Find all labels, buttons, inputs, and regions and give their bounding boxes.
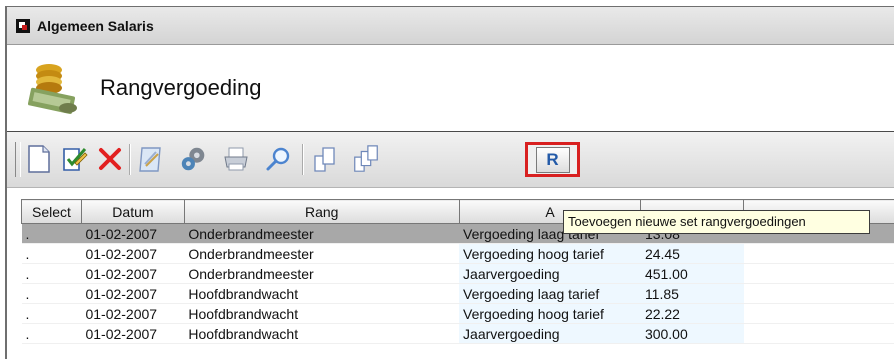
- type-cell: Vergoeding hoog tarief: [459, 304, 641, 324]
- add-rank-allowance-button[interactable]: R: [525, 142, 580, 177]
- select-cell[interactable]: .: [22, 264, 82, 284]
- page-title: Rangvergoeding: [100, 75, 261, 101]
- app-logo-icon: [16, 19, 30, 33]
- rang-cell: Onderbrandmeester: [184, 244, 459, 264]
- type-cell: Jaarvergoeding: [459, 264, 641, 284]
- rang-cell: Hoofdbrandwacht: [184, 324, 459, 344]
- type-cell: Jaarvergoeding: [459, 324, 641, 344]
- settings-gears-icon[interactable]: [179, 144, 209, 174]
- empty-cell: [744, 324, 894, 344]
- empty-cell: [744, 244, 894, 264]
- toolbar-separator: [302, 144, 304, 175]
- table-row[interactable]: . 01-02-2007 Hoofdbrandwacht Vergoeding …: [22, 284, 894, 304]
- toolbar-separator: [129, 144, 131, 175]
- amount-cell: 300.00: [641, 324, 744, 344]
- new-document-icon[interactable]: [24, 144, 54, 174]
- select-cell[interactable]: .: [22, 224, 82, 244]
- copy-multiple-icon[interactable]: [351, 144, 381, 174]
- rang-cell: Onderbrandmeester: [184, 264, 459, 284]
- type-cell: Vergoeding hoog tarief: [459, 244, 641, 264]
- column-header-datum[interactable]: Datum: [81, 200, 184, 224]
- type-cell: Vergoeding laag tarief: [459, 284, 641, 304]
- title-bar[interactable]: Algemeen Salaris: [7, 7, 894, 45]
- column-header-select[interactable]: Select: [22, 200, 82, 224]
- select-cell[interactable]: .: [22, 304, 82, 324]
- rang-cell: Onderbrandmeester: [184, 224, 459, 244]
- empty-cell: [744, 304, 894, 324]
- empty-cell: [744, 264, 894, 284]
- table-row[interactable]: . 01-02-2007 Hoofdbrandwacht Jaarvergoed…: [22, 324, 894, 344]
- rang-cell: Hoofdbrandwacht: [184, 304, 459, 324]
- datum-cell: 01-02-2007: [81, 284, 184, 304]
- amount-cell: 22.22: [641, 304, 744, 324]
- datum-cell: 01-02-2007: [81, 304, 184, 324]
- page-header: Rangvergoeding: [7, 45, 894, 132]
- edit-check-icon[interactable]: [60, 144, 90, 174]
- datum-cell: 01-02-2007: [81, 224, 184, 244]
- application-window: Algemeen Salaris Rangvergoeding: [5, 6, 894, 359]
- window-title: Algemeen Salaris: [37, 18, 154, 34]
- select-cell[interactable]: .: [22, 324, 82, 344]
- table-row[interactable]: . 01-02-2007 Onderbrandmeester Vergoedin…: [22, 244, 894, 264]
- toolbar-tooltip: Toevoegen nieuwe set rangvergoedingen: [563, 210, 870, 234]
- select-cell[interactable]: .: [22, 244, 82, 264]
- empty-cell: [744, 284, 894, 304]
- printer-icon[interactable]: [221, 144, 251, 174]
- toolbar: R: [7, 132, 894, 188]
- copy-icon[interactable]: [310, 144, 340, 174]
- money-stack-icon: [24, 58, 82, 118]
- select-cell[interactable]: .: [22, 284, 82, 304]
- column-header-rang[interactable]: Rang: [184, 200, 459, 224]
- r-button-label: R: [536, 147, 570, 173]
- amount-cell: 24.45: [641, 244, 744, 264]
- datum-cell: 01-02-2007: [81, 244, 184, 264]
- table-row[interactable]: . 01-02-2007 Onderbrandmeester Jaarvergo…: [22, 264, 894, 284]
- toolbar-grip[interactable]: [15, 142, 21, 177]
- amount-cell: 11.85: [641, 284, 744, 304]
- datum-cell: 01-02-2007: [81, 324, 184, 344]
- notepad-icon[interactable]: [136, 144, 166, 174]
- rang-cell: Hoofdbrandwacht: [184, 284, 459, 304]
- delete-x-icon[interactable]: [95, 144, 125, 174]
- datum-cell: 01-02-2007: [81, 264, 184, 284]
- table-row[interactable]: . 01-02-2007 Hoofdbrandwacht Vergoeding …: [22, 304, 894, 324]
- search-magnifier-icon[interactable]: [264, 144, 294, 174]
- amount-cell: 451.00: [641, 264, 744, 284]
